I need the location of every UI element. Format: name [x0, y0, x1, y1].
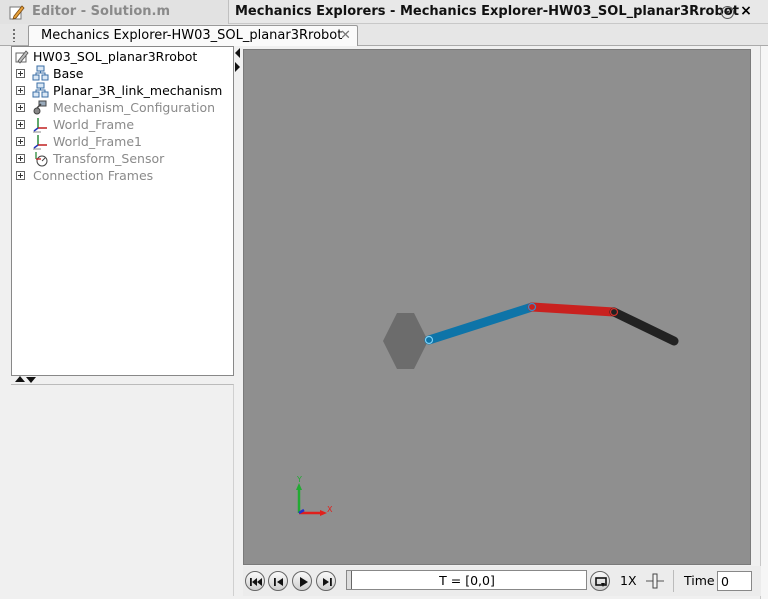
tree-item-label: Base	[53, 66, 84, 81]
joint-2	[527, 302, 537, 312]
link-1	[424, 302, 537, 345]
arrow-down-icon[interactable]	[26, 377, 36, 383]
tree-root[interactable]: HW03_SOL_planar3Rrobot	[12, 48, 234, 65]
arrow-up-icon[interactable]	[15, 376, 25, 382]
step-forward-icon	[323, 578, 332, 586]
pencil-icon	[9, 5, 25, 20]
speed-slider[interactable]	[645, 572, 665, 590]
frame-icon	[33, 118, 47, 133]
explorer-window-title: Mechanics Explorers - Mechanics Explorer…	[235, 4, 739, 19]
properties-panel	[11, 384, 234, 596]
joint-3	[609, 307, 619, 317]
expand-icon[interactable]	[16, 120, 25, 129]
panel-splitter[interactable]	[11, 376, 234, 384]
document-tab-bar: Mechanics Explorer-HW03_SOL_planar3Rrobo…	[0, 24, 768, 46]
mechanism-config-icon	[33, 100, 47, 115]
tree-item-label: Mechanism_Configuration	[53, 100, 216, 115]
joint-1	[424, 335, 434, 345]
step-back-icon	[274, 578, 283, 586]
expand-icon[interactable]	[16, 154, 25, 163]
tab-mechanics-explorer[interactable]: Mechanics Explorer-HW03_SOL_planar3Rrobo…	[28, 25, 358, 46]
model-icon	[15, 50, 29, 64]
editor-title: Editor - Solution.m	[32, 4, 170, 19]
axes-triad: X Y	[296, 475, 333, 516]
axis-y-label: Y	[296, 475, 302, 484]
link-3	[609, 307, 679, 346]
window-close-icon[interactable]: ×	[739, 3, 753, 19]
tree-root-label: HW03_SOL_planar3Rrobot	[33, 49, 198, 64]
time-label: Time	[684, 573, 715, 588]
tree-item-label: World_Frame1	[53, 134, 142, 149]
subsystem-icon	[32, 82, 49, 98]
expand-icon[interactable]	[16, 69, 25, 78]
right-scroll-strip	[760, 46, 768, 599]
expand-icon[interactable]	[16, 103, 25, 112]
tree-item-world-frame1[interactable]: World_Frame1	[12, 133, 234, 150]
mechanics-viewport[interactable]: X Y	[243, 49, 751, 565]
playback-speed-label: 1X	[620, 573, 637, 588]
axis-x-label: X	[327, 505, 333, 514]
play-icon	[300, 577, 308, 587]
tree-item-label: Transform_Sensor	[53, 151, 165, 166]
scene-canvas: X Y	[296, 302, 679, 516]
tree-item-connection-frames[interactable]: Connection Frames	[12, 167, 234, 184]
step-forward-button[interactable]	[316, 571, 336, 591]
playback-toolbar: T = [0,0] 1X Time	[243, 566, 761, 596]
title-bar: Editor - Solution.m Mechanics Explorers …	[0, 0, 768, 24]
window-menu-icon[interactable]: ▾	[721, 6, 734, 19]
frame-icon	[33, 135, 47, 150]
time-range-label: T = [0,0]	[439, 573, 495, 588]
tree-item-label: World_Frame	[53, 117, 135, 132]
grip-icon[interactable]	[12, 28, 16, 42]
tab-close-icon[interactable]: ✕	[340, 28, 351, 43]
time-input[interactable]	[717, 571, 752, 591]
base-hexagon	[383, 313, 428, 369]
tree-item-world-frame[interactable]: World_Frame	[12, 116, 234, 133]
tree-item-base[interactable]: Base	[12, 65, 234, 82]
collapse-left-icon[interactable]	[235, 48, 240, 58]
expand-icon[interactable]	[16, 86, 25, 95]
subsystem-icon	[32, 65, 49, 81]
tree-item-label: Connection Frames	[33, 168, 154, 183]
expand-icon[interactable]	[16, 137, 25, 146]
loop-icon	[595, 577, 607, 587]
expand-right-icon[interactable]	[235, 62, 240, 72]
skip-start-icon	[250, 578, 262, 586]
step-back-button[interactable]	[268, 571, 288, 591]
tab-label: Mechanics Explorer-HW03_SOL_planar3Rrobo…	[41, 28, 343, 43]
expand-icon[interactable]	[16, 171, 25, 180]
tree-item-transform-sensor[interactable]: Transform_Sensor	[12, 150, 234, 167]
model-tree: HW03_SOL_planar3Rrobot Base Planar_3R_li…	[11, 46, 234, 376]
loop-button[interactable]	[590, 571, 610, 591]
play-button[interactable]	[292, 571, 312, 591]
tree-item-mechanism-configuration[interactable]: Mechanism_Configuration	[12, 99, 234, 116]
time-slider[interactable]: T = [0,0]	[346, 570, 587, 590]
editor-tab[interactable]: Editor - Solution.m	[0, 0, 229, 24]
tree-item-label: Planar_3R_link_mechanism	[53, 83, 223, 98]
tree-item-planar-3r-link-mechanism[interactable]: Planar_3R_link_mechanism	[12, 82, 234, 99]
link-2	[527, 302, 619, 317]
transform-sensor-icon	[35, 152, 48, 167]
toolbar-separator	[673, 570, 674, 592]
skip-to-start-button[interactable]	[245, 571, 265, 591]
